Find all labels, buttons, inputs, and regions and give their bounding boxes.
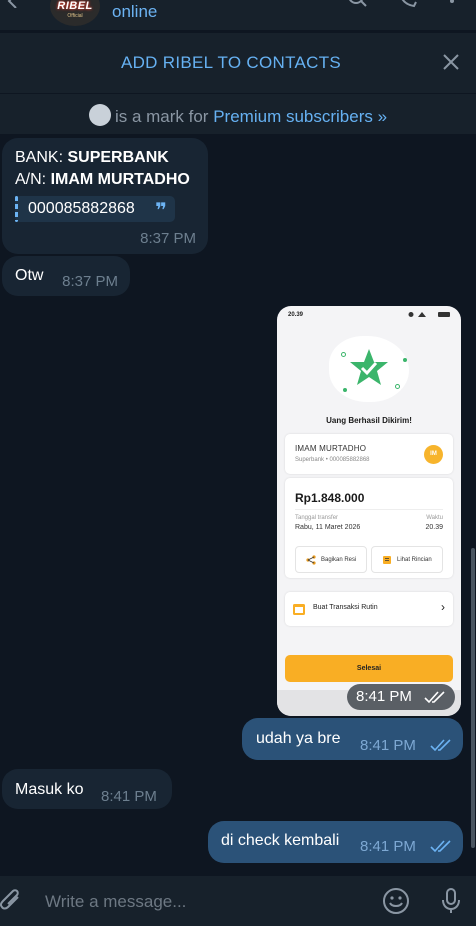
decor-dot <box>341 352 346 357</box>
message-text: di check kembali <box>221 832 340 849</box>
premium-notice: is a mark for Premium subscribers » <box>0 94 476 134</box>
message-time: 8:37 PM <box>140 230 196 247</box>
double-check-icon <box>424 691 445 704</box>
recipient-initials: IM <box>424 445 443 464</box>
share-icon <box>306 555 316 565</box>
add-contact-bar: ADD RIBEL TO CONTACTS <box>0 33 476 93</box>
search-icon[interactable] <box>346 0 370 12</box>
call-icon[interactable] <box>396 0 420 12</box>
receipt-image-message[interactable]: 20.39 Uang Berhasil Dikirim! IMAM MURTAD… <box>277 306 461 716</box>
star-check-icon <box>350 349 388 385</box>
double-check-icon <box>430 840 451 853</box>
avatar[interactable]: RIBEL Official <box>50 0 100 26</box>
message-udah-ya-bre[interactable]: udah ya bre 8:41 PM <box>242 718 463 760</box>
amount-card: Rp1.848.000 Tanggal transfer Rabu, 11 Ma… <box>285 478 453 578</box>
an-label: A/N: <box>15 171 47 188</box>
premium-link[interactable]: Premium subscribers » <box>213 107 387 126</box>
routine-transaction-row: Buat Transaksi Rutin › <box>285 592 453 626</box>
view-details-button: Lihat Rincian <box>371 546 443 573</box>
bank-value: SUPERBANK <box>67 149 169 166</box>
recipient-bank: Superbank • 000085882868 <box>295 457 370 463</box>
double-check-icon <box>430 739 451 752</box>
done-button: Selesai <box>285 655 453 682</box>
time-label: Waktu <box>426 515 443 521</box>
message-otw[interactable]: Otw 8:37 PM <box>2 256 130 296</box>
message-composer <box>0 876 476 926</box>
account-name-line: A/N: IMAM MURTADHO <box>15 171 190 189</box>
message-time: 8:41 PM <box>356 688 412 705</box>
back-icon[interactable] <box>6 0 20 8</box>
success-title: Uang Berhasil Dikirim! <box>326 416 412 425</box>
scrollbar[interactable] <box>471 548 475 848</box>
message-input[interactable] <box>45 890 365 914</box>
decor-dot <box>395 384 400 389</box>
calendar-icon <box>293 604 305 615</box>
message-time: 8:41 PM <box>101 788 157 805</box>
phone-time: 20.39 <box>288 312 304 318</box>
message-bank-details[interactable]: BANK: SUPERBANK A/N: IMAM MURTADHO 00008… <box>2 138 208 254</box>
phone-status-bar: 20.39 <box>277 306 461 326</box>
decor-dot <box>343 388 347 392</box>
premium-text: is a mark for <box>114 107 209 126</box>
transfer-amount: Rp1.848.000 <box>295 491 365 505</box>
avatar-logo-text: RIBEL <box>57 0 93 12</box>
decor-dot <box>403 358 407 362</box>
avatar-logo-sub: Official <box>67 13 83 19</box>
document-icon <box>383 556 391 564</box>
close-icon[interactable] <box>442 53 460 71</box>
quote-bar <box>15 196 18 222</box>
quote-icon: ❞ <box>155 200 167 222</box>
more-icon[interactable] <box>446 0 470 12</box>
bank-line: BANK: SUPERBANK <box>15 149 169 167</box>
chevron-right-icon: › <box>441 600 445 614</box>
image-time-badge: 8:41 PM <box>347 684 455 710</box>
add-to-contacts-button[interactable]: ADD RIBEL TO CONTACTS <box>0 53 462 73</box>
message-masuk-ko[interactable]: Masuk ko 8:41 PM <box>2 769 172 809</box>
message-di-check-kembali[interactable]: di check kembali 8:41 PM <box>208 821 463 863</box>
premium-emoji-icon <box>88 104 111 126</box>
phone-status-icons <box>408 312 450 317</box>
date-value: Rabu, 11 Maret 2026 <box>295 524 361 531</box>
message-text: udah ya bre <box>256 730 341 747</box>
bank-label: BANK: <box>15 149 64 166</box>
message-text: Masuk ko <box>15 781 84 798</box>
time-value: 20.39 <box>425 524 443 531</box>
message-text: Otw <box>15 267 44 284</box>
online-status: online <box>112 2 158 21</box>
date-label: Tanggal transfer <box>295 515 339 521</box>
share-label: Bagikan Resi <box>321 557 357 563</box>
recipient-name: IMAM MURTADHO <box>295 444 367 453</box>
account-number: 000085882868 <box>28 200 135 217</box>
routine-label: Buat Transaksi Rutin <box>313 604 378 611</box>
details-label: Lihat Rincian <box>397 557 432 563</box>
an-value: IMAM MURTADHO <box>50 171 190 188</box>
account-number-code[interactable]: 000085882868 ❞ <box>15 196 175 222</box>
message-time: 8:37 PM <box>62 273 118 290</box>
message-time: 8:41 PM <box>360 737 416 754</box>
mic-icon[interactable] <box>440 887 462 915</box>
attach-icon[interactable] <box>0 888 24 914</box>
emoji-icon[interactable] <box>382 887 410 915</box>
chat-header: RIBEL Official online <box>0 0 476 30</box>
share-receipt-button: Bagikan Resi <box>295 546 367 573</box>
recipient-card: IMAM MURTADHO Superbank • 000085882868 I… <box>285 434 453 474</box>
message-time: 8:41 PM <box>360 838 416 855</box>
divider <box>295 509 443 510</box>
